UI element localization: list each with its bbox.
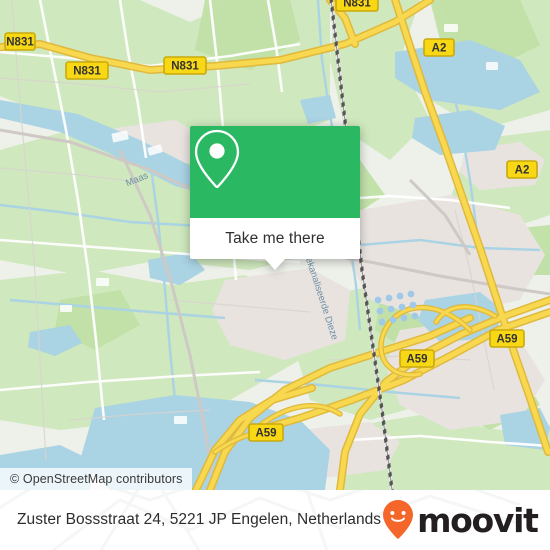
road-shield: A59: [399, 349, 435, 368]
road-shield-label: A2: [432, 43, 447, 55]
moovit-logo[interactable]: moovit: [381, 499, 539, 541]
map-pin-icon: [194, 129, 240, 189]
road-shield-label: N831: [171, 61, 199, 73]
road-shield-label: A59: [255, 428, 276, 440]
road-shield: A59: [248, 423, 284, 442]
moovit-pin-icon: [383, 500, 414, 539]
take-me-there-button[interactable]: Take me there: [190, 218, 360, 259]
moovit-wordmark: moovit: [417, 500, 539, 540]
popup-pointer: [265, 259, 285, 270]
road-shield-label: N831: [343, 0, 371, 10]
road-shield-label: N831: [73, 66, 101, 78]
take-me-there-label: Take me there: [225, 229, 325, 247]
popup-header: [190, 126, 360, 218]
road-shield-label: A59: [406, 354, 427, 366]
road-shield: N831: [4, 32, 36, 51]
location-popup-card[interactable]: Take me there: [190, 126, 360, 270]
osm-attribution[interactable]: © OpenStreetMap contributors: [0, 468, 192, 490]
road-shield: N831: [65, 61, 109, 80]
road-shield: N831: [335, 0, 379, 12]
road-shield-label: N831: [6, 37, 34, 49]
road-shield: A59: [489, 329, 525, 348]
road-shield: A2: [506, 160, 538, 179]
road-shield-label: A2: [515, 165, 530, 177]
footer-bar: Zuster Bossstraat 24, 5221 JP Engelen, N…: [0, 490, 550, 550]
road-shield-label: A59: [496, 334, 517, 346]
map-canvas[interactable]: Maas Gekanaliseerde Dieze N831 N831 N831 N83…: [0, 0, 550, 490]
road-shield: A2: [423, 38, 455, 57]
road-shield: N831: [163, 56, 207, 75]
moovit-map-screenshot: Maas Gekanaliseerde Dieze N831 N831 N831 N83…: [0, 0, 550, 550]
address-label: Zuster Bossstraat 24, 5221 JP Engelen, N…: [17, 511, 382, 528]
osm-attribution-text: © OpenStreetMap contributors: [10, 472, 183, 486]
